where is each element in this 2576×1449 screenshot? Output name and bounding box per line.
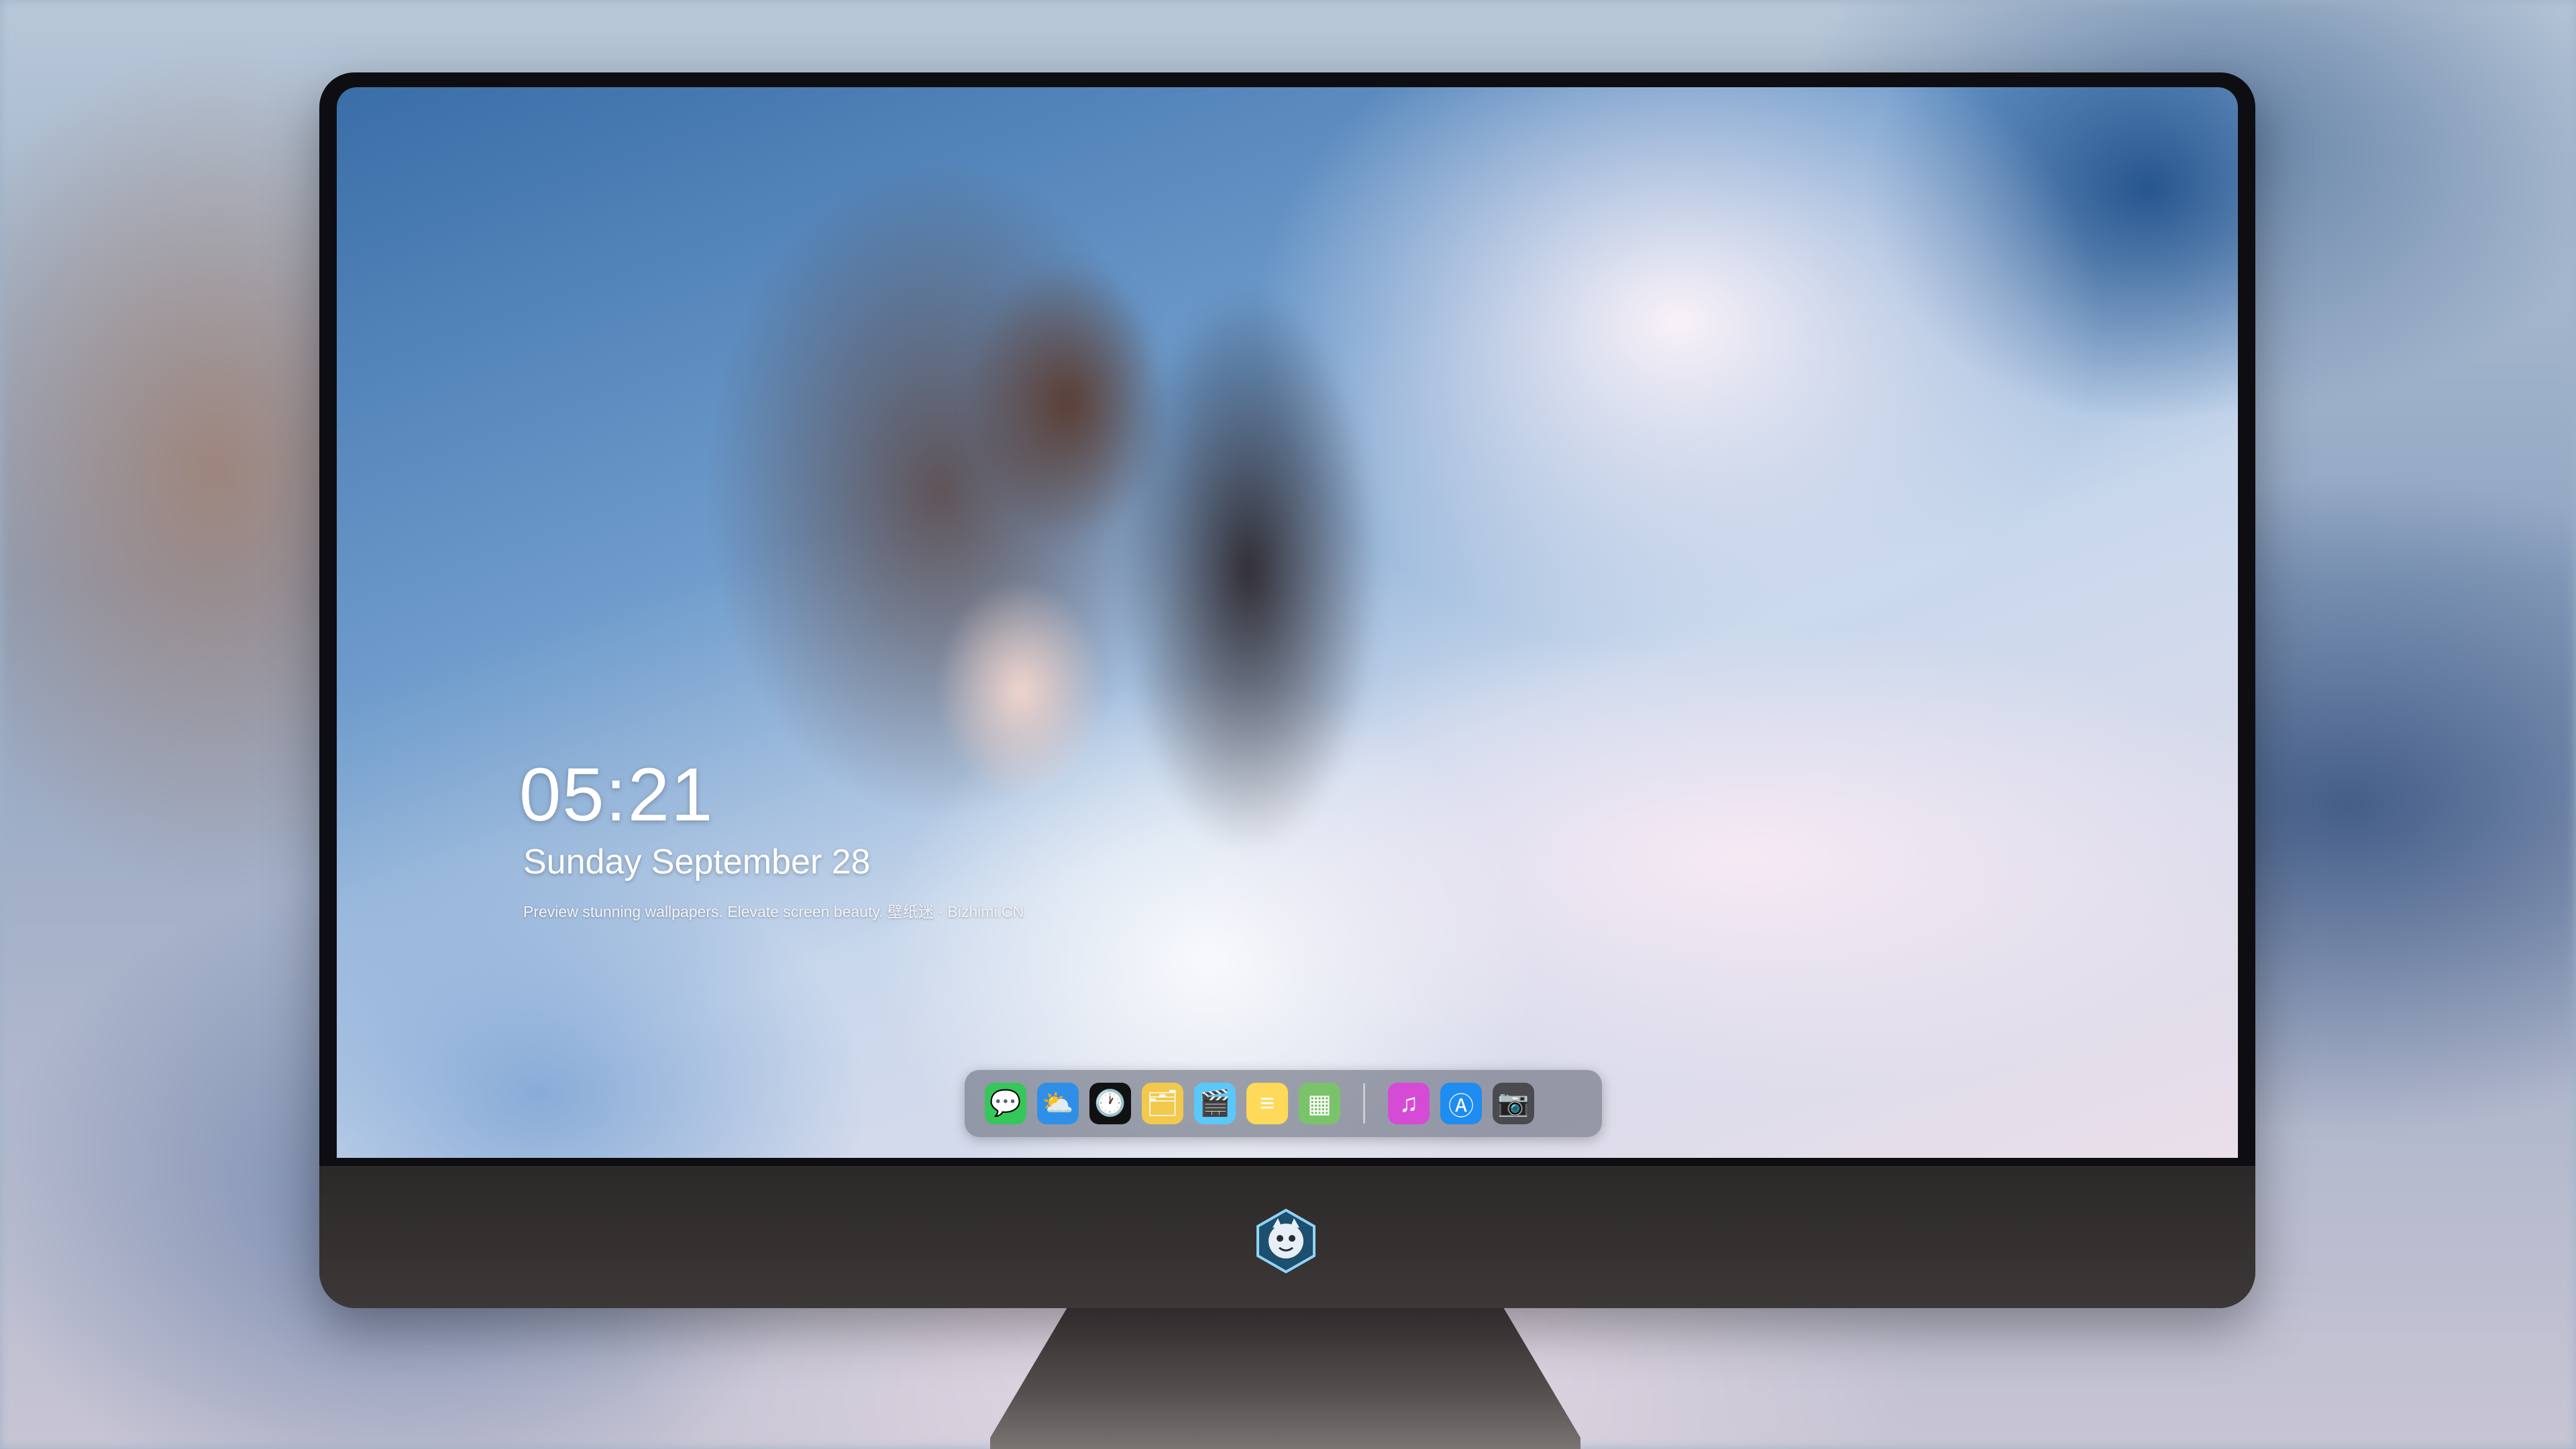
desktop-screen: 05:21 Sunday September 28 Preview stunni…	[337, 87, 2238, 1158]
monitor-stand	[990, 1308, 1580, 1449]
dock-app-notes[interactable]: ≡	[1246, 1083, 1288, 1124]
dock-app-music[interactable]: ♫	[1388, 1083, 1430, 1124]
app-store-icon: Ⓐ	[1448, 1092, 1474, 1121]
dock-app-video[interactable]: 🎬	[1194, 1083, 1236, 1124]
notes-icon: ≡	[1259, 1089, 1275, 1118]
camera-icon: 📷	[1497, 1089, 1529, 1118]
dock-app-preview[interactable]: 🗂	[1142, 1083, 1183, 1124]
gallery-icon: ▦	[1307, 1089, 1332, 1118]
wallpaper-face	[900, 543, 1142, 839]
monitor: 05:21 Sunday September 28 Preview stunni…	[319, 72, 2255, 1308]
preview-icon: 🗂	[1146, 1089, 1179, 1118]
dock-app-messages[interactable]: 💬	[985, 1083, 1026, 1124]
messages-icon: 💬	[989, 1089, 1022, 1118]
weather-icon: ⛅	[1042, 1089, 1074, 1118]
wallpaper-caption: Preview stunning wallpapers. Elevate scr…	[523, 903, 1024, 920]
mascot-logo-icon	[1256, 1208, 1316, 1274]
dock-separator	[1363, 1083, 1365, 1124]
monitor-chin	[319, 1166, 2255, 1308]
music-icon: ♫	[1399, 1089, 1419, 1118]
dock: 💬 ⛅ 🕐 🗂 🎬 ≡ ▦ ♫ Ⓐ 📷	[965, 1070, 1602, 1137]
lockscreen-date: Sunday September 28	[523, 843, 871, 881]
dock-app-app-store[interactable]: Ⓐ	[1440, 1083, 1482, 1124]
lockscreen-time: 05:21	[519, 753, 714, 837]
clock-icon: 🕐	[1094, 1089, 1126, 1118]
clapper-icon: 🎬	[1199, 1089, 1231, 1118]
dock-app-clock[interactable]: 🕐	[1089, 1083, 1131, 1124]
dock-app-camera[interactable]: 📷	[1493, 1083, 1534, 1124]
dock-app-photos[interactable]: ▦	[1299, 1083, 1340, 1124]
dock-app-weather[interactable]: ⛅	[1037, 1083, 1079, 1124]
